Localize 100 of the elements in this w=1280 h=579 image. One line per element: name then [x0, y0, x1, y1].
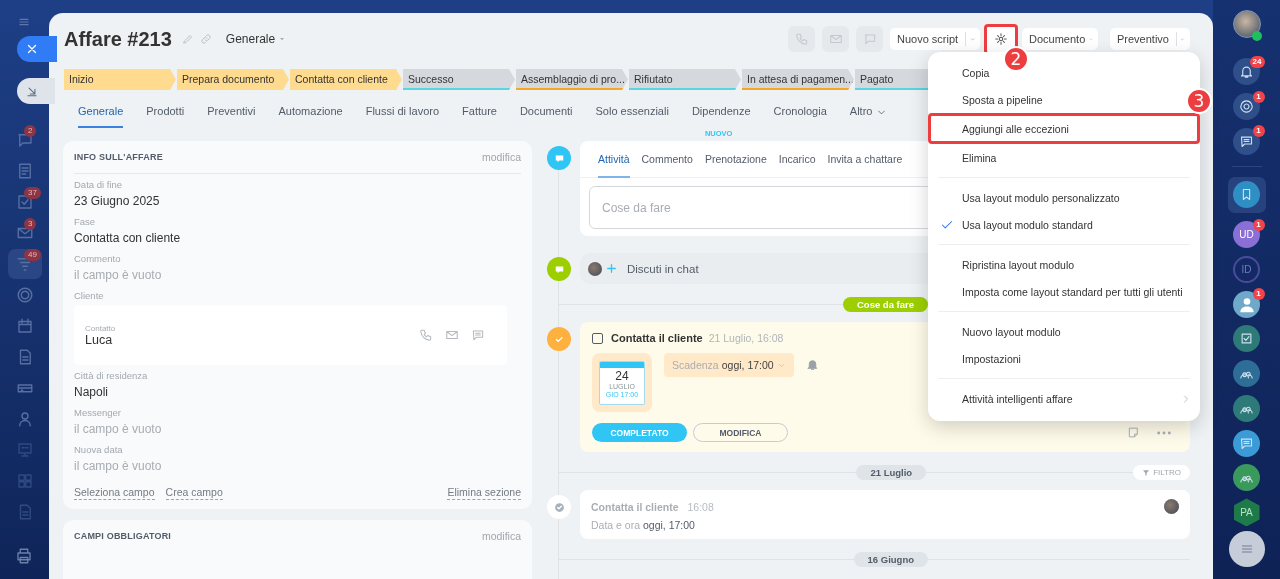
more-icon[interactable] — [1156, 429, 1172, 436]
count-badge: 1 — [1252, 90, 1265, 103]
tab[interactable]: Cronologia — [773, 105, 827, 128]
pipeline-stage[interactable]: Prepara documento — [177, 69, 289, 90]
tab[interactable]: Prodotti — [146, 105, 185, 128]
pipeline-stage[interactable]: Assemblaggio di pro... — [516, 69, 628, 90]
pipeline-stage[interactable]: Rifiutato — [629, 69, 741, 90]
group-icon[interactable] — [1233, 464, 1260, 492]
funnel-icon — [1142, 468, 1151, 477]
field-link[interactable]: Crea campo — [165, 486, 223, 500]
hexagon-avatar[interactable]: PA — [1233, 498, 1260, 527]
tab[interactable]: Documenti — [519, 105, 573, 128]
link-icon[interactable] — [199, 33, 212, 45]
pipeline-stage[interactable]: Successo — [403, 69, 515, 90]
tab[interactable]: Fatture — [462, 105, 497, 128]
bookmark-icon[interactable] — [1233, 181, 1260, 209]
tab[interactable]: Preventivi — [207, 105, 256, 128]
rail-item[interactable]: 3 — [8, 218, 42, 248]
close-button[interactable] — [17, 36, 57, 62]
plus-icon[interactable] — [605, 262, 618, 275]
pipeline-stage[interactable]: In attesa di pagamen... — [742, 69, 854, 90]
list-icon — [16, 162, 34, 180]
printer-icon[interactable] — [15, 547, 33, 565]
menu-item[interactable]: Aggiungi alle eccezioni — [928, 113, 1200, 144]
minimize-button[interactable] — [17, 78, 55, 104]
note-icon[interactable] — [1127, 426, 1140, 439]
menu-item[interactable]: Elimina — [928, 144, 1005, 171]
menu-item[interactable]: Ripristina layout modulo — [928, 251, 1083, 278]
rail-item[interactable]: PA — [1227, 496, 1266, 529]
menu-button[interactable] — [1228, 531, 1265, 567]
field-label: Nuova data — [74, 444, 124, 456]
field-label: Data di fine — [74, 179, 124, 191]
date-pill: 16 Giugno — [853, 552, 928, 567]
avatar-icon — [588, 261, 602, 276]
deadline-dropdown[interactable]: Scadenza oggi, 17:00 — [664, 353, 794, 377]
delete-section-link[interactable]: Elimina sezione — [447, 486, 521, 500]
tab[interactable]: Automazione — [278, 105, 343, 128]
field-label: Fase — [74, 216, 97, 228]
tab[interactable]: Dipendenze — [691, 105, 751, 128]
activity-tab[interactable]: Invita a chattare — [827, 141, 903, 178]
count-badge: 1 — [1252, 218, 1265, 231]
tab[interactable]: Solo essenziali — [595, 105, 669, 128]
grid-icon — [16, 472, 34, 490]
menu-item[interactable]: Usa layout modulo personalizzato — [928, 184, 1128, 211]
checkbox-icon — [16, 193, 34, 211]
category-dropdown[interactable]: Generale — [225, 32, 287, 46]
phone-icon[interactable] — [419, 328, 433, 342]
field-value: Napoli — [74, 384, 110, 401]
menu-item[interactable]: Impostazioni — [928, 345, 1029, 372]
rail-item[interactable]: 1 — [1227, 288, 1266, 320]
chat-icon[interactable] — [1233, 429, 1260, 457]
tab[interactable]: Altro — [849, 105, 888, 128]
user-avatar[interactable] — [1232, 10, 1261, 38]
chat-node-icon — [547, 146, 571, 170]
date-pill: Cose da fare — [842, 297, 928, 312]
count-badge: 1 — [1252, 288, 1265, 301]
activity-tab[interactable]: Attività — [598, 141, 630, 178]
pipeline-stage[interactable]: Contatta con cliente — [290, 69, 402, 90]
quote-button[interactable]: Preventivo — [1110, 28, 1190, 50]
bell-icon[interactable] — [1233, 58, 1260, 86]
checkbox-icon[interactable] — [1233, 325, 1260, 353]
rail-item[interactable]: 49 — [8, 249, 42, 279]
menu-item[interactable]: Nuovo layout modulo — [928, 318, 1069, 345]
rail-item[interactable] — [1227, 177, 1266, 213]
avatar-icon[interactable] — [1233, 290, 1260, 318]
tab[interactable]: Flussi di lavoro — [365, 105, 440, 128]
contact-name[interactable]: Luca — [85, 332, 116, 347]
mail-icon[interactable] — [445, 328, 459, 342]
field-value: 23 Giugno 2025 — [74, 193, 161, 210]
chat-icon[interactable] — [1233, 127, 1260, 155]
group-icon[interactable] — [1233, 360, 1260, 388]
menu-item[interactable]: Attività intelligenti affare — [928, 385, 1200, 412]
script-button[interactable]: Nuovo script — [890, 28, 980, 50]
field-label: Messenger — [74, 407, 122, 419]
activity-tab[interactable]: Commento — [641, 141, 693, 178]
calendar-icon — [16, 317, 34, 335]
tab[interactable]: Generale — [78, 105, 124, 128]
target-icon[interactable] — [1233, 93, 1260, 121]
count-badge: 49 — [24, 249, 41, 261]
rail-item[interactable]: 1 — [1227, 125, 1266, 158]
history-detail: Data e ora oggi, 17:00 — [591, 519, 696, 531]
field-label: Città di residenza — [74, 370, 149, 382]
group-icon[interactable] — [1233, 394, 1260, 422]
rail-item[interactable]: 2 — [8, 125, 42, 155]
checkbox[interactable] — [592, 332, 603, 344]
deal-title: Affare #213 — [64, 27, 172, 51]
initials-avatar[interactable]: ID — [1233, 255, 1260, 283]
check-node-icon — [547, 495, 571, 519]
rail-item[interactable]: ID — [1227, 253, 1266, 286]
rail-item[interactable]: UD 1 — [1227, 218, 1266, 251]
pipeline-stage[interactable]: Inizio — [64, 69, 176, 90]
count-badge: 2 — [24, 125, 37, 137]
activity-tab[interactable]: Incarico — [778, 141, 816, 178]
board-icon — [16, 441, 34, 459]
field-link[interactable]: Seleziona campo — [74, 486, 155, 500]
activity-title[interactable]: Contatta il cliente — [611, 332, 703, 344]
rail-item[interactable]: 37 — [8, 187, 42, 217]
document-button[interactable]: Documento — [1022, 28, 1098, 50]
rail-item[interactable]: 1 — [1227, 90, 1266, 123]
rail-item[interactable]: 24 — [1227, 56, 1266, 88]
